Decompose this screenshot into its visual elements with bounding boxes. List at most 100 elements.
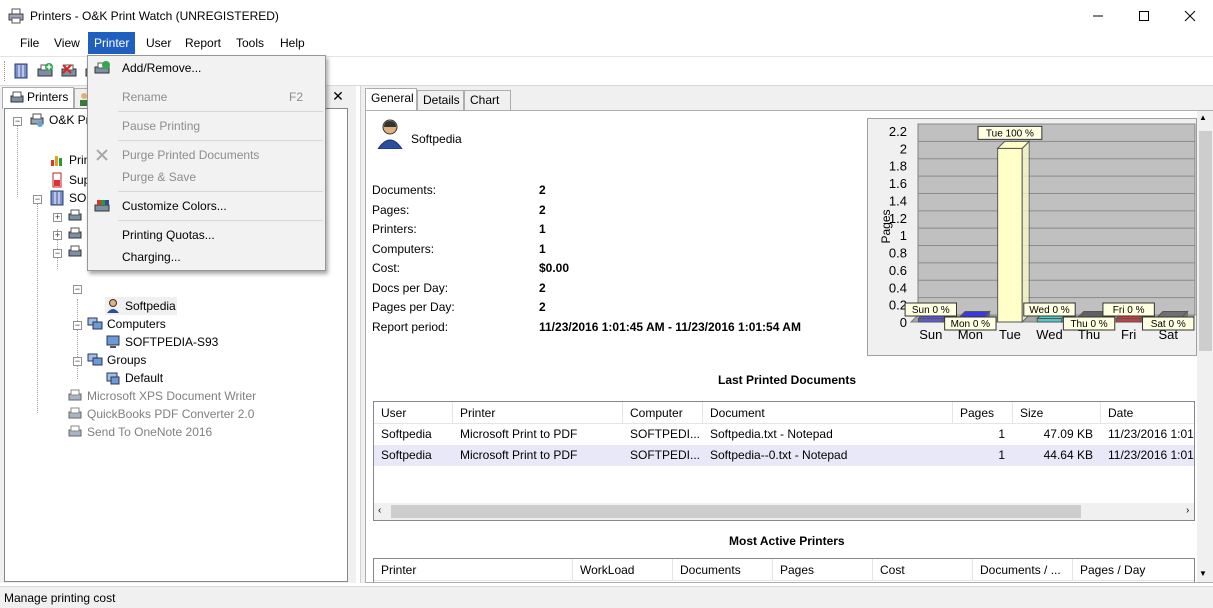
last-printed-hscrollbar[interactable]: ‹ › — [374, 503, 1194, 520]
user-avatar-icon — [376, 117, 404, 150]
last-printed-list: User Printer Computer Document Pages Siz… — [373, 401, 1195, 521]
printer-icon — [68, 209, 82, 221]
col-header[interactable]: Printer — [374, 559, 573, 581]
cell: Microsoft Print to PDF — [460, 448, 578, 462]
chart-back-wall — [917, 123, 1196, 316]
menu-item-pause-printing[interactable]: Pause Printing — [90, 115, 323, 137]
groups-icon — [87, 353, 103, 366]
expand-toggle-1[interactable]: + — [53, 213, 62, 222]
tree-node-computers-label: Computers — [107, 317, 166, 331]
col-header[interactable]: Size — [1013, 402, 1101, 424]
col-header[interactable]: User — [374, 402, 453, 424]
add-printer-icon[interactable] — [36, 62, 54, 80]
last-printed-header: User Printer Computer Document Pages Siz… — [374, 402, 1194, 424]
col-header[interactable]: Documents — [673, 559, 773, 581]
bar-chart-icon — [51, 156, 62, 166]
scroll-left-icon: ‹ — [378, 505, 382, 516]
col-header[interactable]: Documents / ... — [973, 559, 1073, 581]
menu-item-label: Charging... — [122, 250, 181, 264]
stat-value: 2 — [539, 281, 546, 295]
tree-node-printer-onenote-label: Send To OneNote 2016 — [87, 425, 213, 439]
close-pane-icon[interactable]: ✕ — [330, 89, 346, 105]
tree-node-user-softpedia[interactable]: Softpedia — [105, 297, 177, 315]
col-header[interactable]: Pages — [773, 559, 873, 581]
close-button[interactable] — [1167, 0, 1213, 32]
collapse-users-toggle[interactable]: − — [73, 285, 82, 294]
x-tick-label: Fri — [1121, 327, 1136, 342]
y-tick-label: 0.8 — [889, 246, 907, 261]
col-header[interactable]: Pages — [953, 402, 1013, 424]
printer-icon — [68, 245, 82, 257]
data-label: Fri 0 % — [1113, 305, 1145, 316]
tab-printers[interactable]: Printers — [2, 87, 74, 109]
tree-node-group-default-label: Default — [125, 371, 164, 385]
chart-svg: 00.20.40.60.811.21.41.61.822.2PagesSun Mo… — [879, 123, 1197, 342]
cell: 1 — [998, 427, 1005, 441]
collapse-printer-toggle[interactable]: − — [33, 195, 42, 204]
cell: 44.64 KB — [1043, 448, 1093, 462]
menu-item-customize-colors[interactable]: Customize Colors... — [90, 195, 323, 217]
stat-label: Report period: — [372, 320, 449, 334]
menu-item-label: Add/Remove... — [122, 61, 202, 75]
content-vertical-scrollbar[interactable]: ▲ ▼ — [1197, 111, 1213, 582]
menu-item-label: Purge Printed Documents — [122, 148, 260, 162]
toolbar-grip[interactable] — [4, 61, 7, 81]
minimize-button[interactable] — [1075, 0, 1121, 32]
col-header[interactable]: Computer — [623, 402, 703, 424]
table-row[interactable]: Softpedia Microsoft Print to PDF SOFTPED… — [374, 445, 1194, 466]
menu-view[interactable]: View — [48, 32, 86, 54]
data-label: Wed 0 % — [1029, 305, 1069, 316]
col-header[interactable]: WorkLoad — [573, 559, 673, 581]
menu-item-purge-printed[interactable]: Purge Printed Documents — [90, 144, 323, 166]
collapse-toggle-3[interactable]: − — [53, 249, 62, 258]
stat-label: Pages: — [372, 203, 410, 217]
collapse-groups-toggle[interactable]: − — [73, 357, 82, 366]
expand-toggle-2[interactable]: + — [53, 231, 62, 240]
status-text: Manage printing cost — [4, 591, 116, 605]
cell: 11/23/2016 1:01 — [1108, 427, 1194, 441]
remove-printer-icon[interactable] — [60, 62, 78, 80]
menu-report[interactable]: Report — [179, 32, 227, 54]
most-active-title: Most Active Printers — [729, 534, 845, 548]
tab-general[interactable]: General — [365, 88, 417, 111]
weekly-pages-chart: 0 0.2 0.4 0.6 0.8 1 1.2 1.4 1.6 1.8 2 2.2 Pages Sun Mo… — [867, 118, 1197, 356]
stat-value: 1 — [539, 242, 546, 256]
col-header[interactable]: Printer — [453, 402, 623, 424]
menu-item-add-remove[interactable]: Add/Remove... — [90, 57, 323, 79]
col-header[interactable]: Date — [1101, 402, 1194, 424]
scroll-right-icon: › — [1186, 505, 1190, 516]
tab-details[interactable]: Details — [417, 90, 464, 110]
col-header[interactable]: Cost — [873, 559, 973, 581]
menu-item-label: Printing Quotas... — [122, 228, 215, 242]
menu-help[interactable]: Help — [274, 32, 311, 54]
network-printers-icon — [30, 113, 44, 127]
collapse-computers-toggle[interactable]: − — [73, 321, 82, 330]
menu-item-printing-quotas[interactable]: Printing Quotas... — [90, 224, 323, 246]
user-name: Softpedia — [411, 132, 462, 146]
last-printed-title: Last Printed Documents — [718, 373, 857, 387]
col-header[interactable]: Document — [703, 402, 953, 424]
printer-icon — [68, 425, 82, 437]
menu-item-purge-save[interactable]: Purge & Save — [90, 166, 323, 188]
col-header[interactable]: Pages / Day — [1073, 559, 1194, 581]
scroll-thumb[interactable] — [1199, 131, 1212, 351]
y-tick-label: 0 — [900, 315, 907, 330]
menu-printer[interactable]: Printer — [88, 32, 136, 54]
menu-file[interactable]: File — [14, 32, 45, 54]
printer-icon — [68, 407, 82, 419]
stat-value: 2 — [539, 203, 546, 217]
menu-tools[interactable]: Tools — [230, 32, 270, 54]
printers-view-icon[interactable] — [12, 62, 30, 80]
tab-chart[interactable]: Chart — [464, 90, 511, 110]
computer-icon — [106, 335, 120, 348]
collapse-root-toggle[interactable]: − — [13, 117, 22, 126]
chart-bar — [1115, 318, 1142, 323]
menu-item-rename[interactable]: Rename F2 — [90, 86, 323, 108]
cell: Softpedia — [381, 427, 432, 441]
menu-user[interactable]: User — [140, 32, 177, 54]
table-row[interactable]: Softpedia Microsoft Print to PDF SOFTPED… — [374, 424, 1194, 445]
menu-separator — [118, 140, 323, 141]
maximize-button[interactable] — [1121, 0, 1167, 32]
scroll-thumb[interactable] — [391, 505, 1081, 518]
menu-item-charging[interactable]: Charging... — [90, 246, 323, 268]
